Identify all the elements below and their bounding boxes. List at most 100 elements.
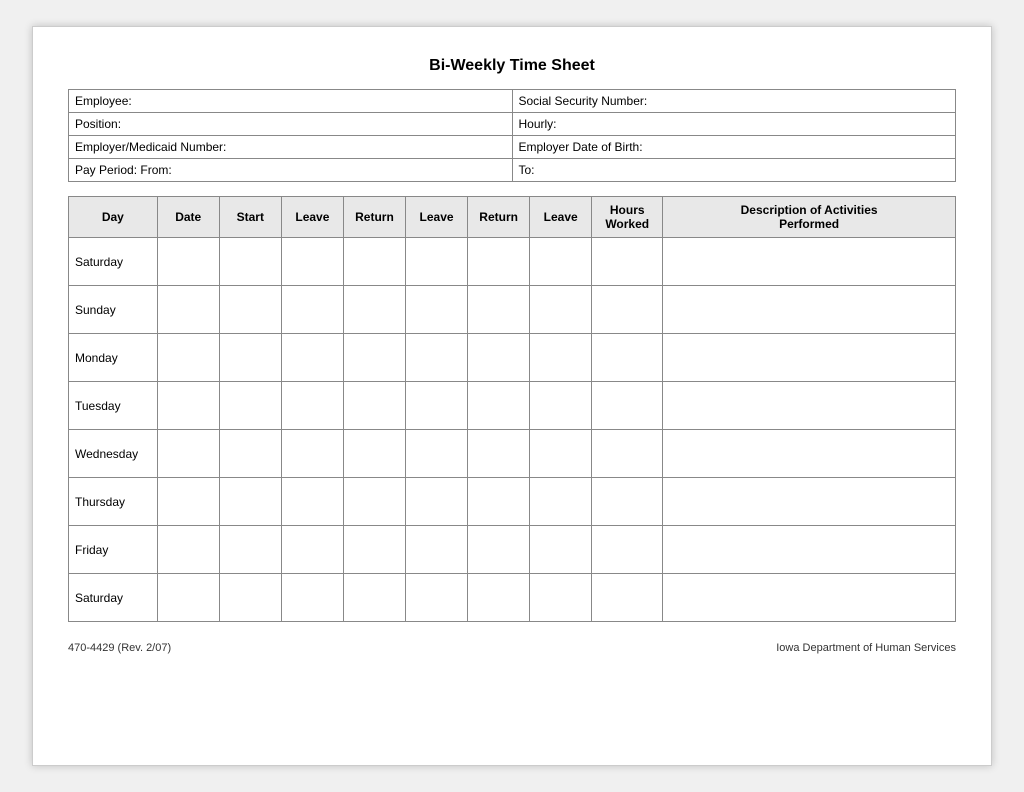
column-header-start: Start: [219, 197, 281, 238]
data-cell[interactable]: [281, 334, 343, 382]
data-cell[interactable]: [157, 238, 219, 286]
table-row: Friday: [69, 526, 956, 574]
data-cell[interactable]: [530, 478, 592, 526]
day-cell: Saturday: [69, 238, 158, 286]
data-cell[interactable]: [530, 286, 592, 334]
data-cell[interactable]: [663, 478, 956, 526]
day-cell: Saturday: [69, 574, 158, 622]
data-cell[interactable]: [343, 430, 405, 478]
data-cell[interactable]: [592, 382, 663, 430]
data-cell[interactable]: [157, 526, 219, 574]
data-cell[interactable]: [406, 478, 468, 526]
data-cell[interactable]: [281, 574, 343, 622]
data-cell[interactable]: [468, 334, 530, 382]
column-header-day: Day: [69, 197, 158, 238]
data-cell[interactable]: [468, 574, 530, 622]
data-cell[interactable]: [281, 526, 343, 574]
info-left-cell: Employer/Medicaid Number:: [69, 136, 513, 159]
info-right-cell: Hourly:: [512, 113, 956, 136]
data-cell[interactable]: [530, 526, 592, 574]
data-cell[interactable]: [281, 478, 343, 526]
data-cell[interactable]: [468, 382, 530, 430]
table-row: Saturday: [69, 238, 956, 286]
column-header-leave: Leave: [530, 197, 592, 238]
main-table: DayDateStartLeaveReturnLeaveReturnLeaveH…: [68, 196, 956, 622]
data-cell[interactable]: [343, 574, 405, 622]
info-right-cell: Employer Date of Birth:: [512, 136, 956, 159]
data-cell[interactable]: [219, 286, 281, 334]
data-cell[interactable]: [281, 238, 343, 286]
data-cell[interactable]: [592, 286, 663, 334]
data-cell[interactable]: [281, 430, 343, 478]
data-cell[interactable]: [592, 238, 663, 286]
column-header-return: Return: [343, 197, 405, 238]
data-cell[interactable]: [530, 430, 592, 478]
data-cell[interactable]: [663, 574, 956, 622]
footer-right: Iowa Department of Human Services: [776, 642, 956, 654]
table-row: Tuesday: [69, 382, 956, 430]
data-cell[interactable]: [219, 238, 281, 286]
data-cell[interactable]: [343, 334, 405, 382]
data-cell[interactable]: [281, 382, 343, 430]
data-cell[interactable]: [219, 430, 281, 478]
data-cell[interactable]: [343, 526, 405, 574]
day-cell: Tuesday: [69, 382, 158, 430]
timesheet-page: Bi-Weekly Time Sheet Employee:Social Sec…: [32, 26, 992, 766]
data-cell[interactable]: [219, 526, 281, 574]
data-cell[interactable]: [343, 238, 405, 286]
data-cell[interactable]: [406, 286, 468, 334]
data-cell[interactable]: [530, 334, 592, 382]
data-cell[interactable]: [468, 430, 530, 478]
day-cell: Thursday: [69, 478, 158, 526]
day-cell: Sunday: [69, 286, 158, 334]
data-cell[interactable]: [343, 286, 405, 334]
info-right-cell: Social Security Number:: [512, 90, 956, 113]
data-cell[interactable]: [530, 382, 592, 430]
data-cell[interactable]: [530, 238, 592, 286]
data-cell[interactable]: [157, 334, 219, 382]
data-cell[interactable]: [592, 334, 663, 382]
column-header-date: Date: [157, 197, 219, 238]
data-cell[interactable]: [468, 286, 530, 334]
info-left-cell: Position:: [69, 113, 513, 136]
info-left-cell: Pay Period: From:: [69, 159, 513, 182]
data-cell[interactable]: [343, 382, 405, 430]
data-cell[interactable]: [468, 238, 530, 286]
data-cell[interactable]: [406, 238, 468, 286]
data-cell[interactable]: [663, 286, 956, 334]
data-cell[interactable]: [663, 430, 956, 478]
data-cell[interactable]: [157, 286, 219, 334]
data-cell[interactable]: [592, 430, 663, 478]
data-cell[interactable]: [663, 526, 956, 574]
data-cell[interactable]: [219, 334, 281, 382]
data-cell[interactable]: [157, 382, 219, 430]
data-cell[interactable]: [592, 574, 663, 622]
info-table: Employee:Social Security Number:Position…: [68, 89, 956, 182]
data-cell[interactable]: [157, 574, 219, 622]
data-cell[interactable]: [663, 238, 956, 286]
data-cell[interactable]: [592, 526, 663, 574]
data-cell[interactable]: [219, 478, 281, 526]
footer-left: 470-4429 (Rev. 2/07): [68, 642, 171, 654]
data-cell[interactable]: [663, 382, 956, 430]
data-cell[interactable]: [219, 574, 281, 622]
data-cell[interactable]: [406, 430, 468, 478]
data-cell[interactable]: [406, 334, 468, 382]
data-cell[interactable]: [468, 478, 530, 526]
data-cell[interactable]: [592, 478, 663, 526]
table-row: Wednesday: [69, 430, 956, 478]
column-header-leave: Leave: [406, 197, 468, 238]
data-cell[interactable]: [406, 382, 468, 430]
data-cell[interactable]: [468, 526, 530, 574]
data-cell[interactable]: [157, 478, 219, 526]
data-cell[interactable]: [281, 286, 343, 334]
data-cell[interactable]: [530, 574, 592, 622]
day-cell: Wednesday: [69, 430, 158, 478]
data-cell[interactable]: [219, 382, 281, 430]
footer: 470-4429 (Rev. 2/07) Iowa Department of …: [68, 642, 956, 654]
data-cell[interactable]: [343, 478, 405, 526]
data-cell[interactable]: [406, 526, 468, 574]
data-cell[interactable]: [663, 334, 956, 382]
data-cell[interactable]: [157, 430, 219, 478]
data-cell[interactable]: [406, 574, 468, 622]
